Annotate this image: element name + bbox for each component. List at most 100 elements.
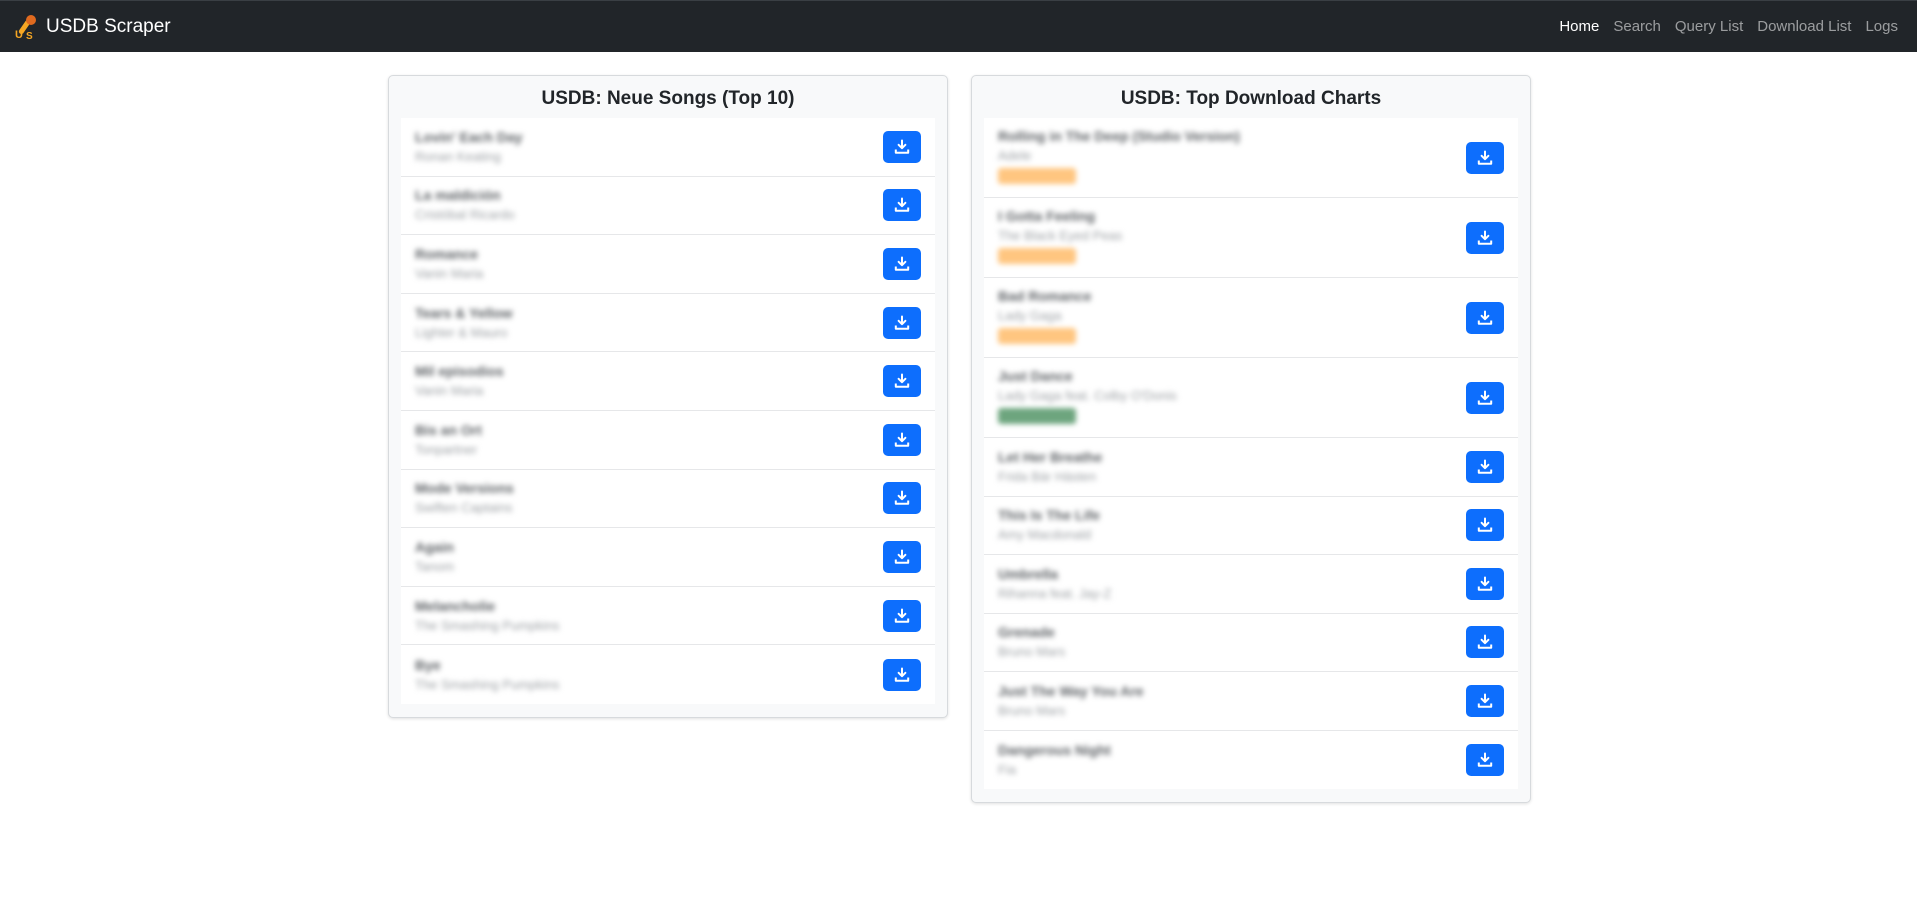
song-artist: Rihanna feat. Jay-Z — [998, 585, 1112, 601]
new-songs-card: USDB: Neue Songs (Top 10) Lovin' Each Da… — [388, 75, 948, 718]
song-title: La maldición — [415, 187, 501, 204]
download-button[interactable] — [1466, 626, 1504, 659]
song-artist: Amy Macdonald — [998, 527, 1092, 543]
list-item: This Is The Life Amy Macdonald — [984, 497, 1518, 555]
nav-link-download-list[interactable]: Download List — [1750, 18, 1858, 35]
download-button[interactable] — [883, 130, 921, 163]
download-button[interactable] — [1466, 221, 1504, 254]
song-title: Mode Versions — [415, 480, 514, 497]
song-artist: Frida Bär Hästen — [998, 468, 1097, 484]
song-info: Just The Way You Are Bruno Mars — [998, 681, 1466, 721]
list-item: Bad Romance Lady Gaga — [984, 278, 1518, 358]
song-badge — [998, 328, 1076, 344]
song-title: Let Her Breathe — [998, 448, 1103, 465]
download-icon — [894, 432, 910, 447]
song-info: Umbrella Rihanna feat. Jay-Z — [998, 564, 1466, 604]
download-icon — [1477, 459, 1493, 474]
new-songs-list: Lovin' Each Day Ronan Keating La maldición… — [401, 118, 935, 704]
nav-link-home[interactable]: Home — [1552, 18, 1606, 35]
download-button[interactable] — [883, 189, 921, 222]
song-info: Bye The Smashing Pumpkins — [415, 655, 883, 695]
download-button[interactable] — [883, 599, 921, 632]
song-info: Just Dance Lady Gaga feat. Colby O'Donis — [998, 366, 1466, 429]
song-artist: Swiften Captains — [415, 500, 513, 516]
download-button[interactable] — [883, 365, 921, 398]
download-button[interactable] — [1466, 567, 1504, 600]
download-icon — [894, 549, 910, 564]
song-title: Lovin' Each Day — [415, 128, 523, 145]
download-icon — [1477, 693, 1493, 708]
song-artist: Lady Gaga — [998, 308, 1062, 323]
song-title: This Is The Life — [998, 507, 1100, 524]
download-button[interactable] — [883, 423, 921, 456]
navbar: U S USDB Scraper Home Search Query List … — [0, 0, 1917, 52]
song-artist: The Black Eyed Peas — [998, 228, 1123, 243]
microphone-logo-icon: U S — [15, 14, 36, 41]
song-title: Grenade — [998, 624, 1055, 641]
song-artist: Fia — [998, 761, 1017, 777]
download-button[interactable] — [1466, 450, 1504, 483]
song-title: Dangerous Night — [998, 741, 1111, 758]
download-button[interactable] — [883, 247, 921, 280]
download-button[interactable] — [1466, 684, 1504, 717]
download-icon — [894, 139, 910, 154]
download-button[interactable] — [1466, 141, 1504, 174]
song-info: I Gotta Feeling The Black Eyed Peas — [998, 206, 1466, 269]
song-title: Bye — [415, 656, 441, 673]
new-songs-title: USDB: Neue Songs (Top 10) — [541, 88, 795, 109]
list-item: Mode Versions Swiften Captains — [401, 470, 935, 529]
song-title: Umbrella — [998, 565, 1058, 582]
download-button[interactable] — [883, 482, 921, 515]
nav-link-logs[interactable]: Logs — [1858, 18, 1905, 35]
download-icon — [894, 667, 910, 682]
list-item: Let Her Breathe Frida Bär Hästen — [984, 438, 1518, 497]
list-item: Bis an Ort Tonpartner — [401, 411, 935, 470]
song-badge — [998, 168, 1076, 184]
download-icon — [1477, 310, 1493, 325]
nav-link-search[interactable]: Search — [1606, 18, 1668, 35]
download-button[interactable] — [1466, 381, 1504, 414]
song-info: Melancholie The Smashing Pumpkins — [415, 596, 883, 636]
list-item: Melancholie The Smashing Pumpkins — [401, 587, 935, 646]
song-artist: Ronan Keating — [415, 148, 502, 164]
song-title: Just Dance — [998, 368, 1073, 384]
song-info: Tears & Yellow Lighter & Mauro — [415, 303, 883, 343]
top-charts-title: USDB: Top Download Charts — [1120, 88, 1382, 109]
download-button[interactable] — [1466, 301, 1504, 334]
download-icon — [1477, 390, 1493, 405]
song-info: Bis an Ort Tonpartner — [415, 420, 883, 460]
list-item: Just Dance Lady Gaga feat. Colby O'Donis — [984, 358, 1518, 438]
nav-link-query-list[interactable]: Query List — [1668, 18, 1750, 35]
song-artist: Tanom — [415, 558, 455, 574]
song-title: Just The Way You Are — [998, 682, 1144, 699]
download-button[interactable] — [1466, 743, 1504, 776]
song-title: Tears & Yellow — [415, 304, 513, 321]
list-item: Lovin' Each Day Ronan Keating — [401, 118, 935, 177]
song-info: Again Tanom — [415, 537, 883, 577]
song-badge — [998, 248, 1076, 264]
song-info: Let Her Breathe Frida Bär Hästen — [998, 447, 1466, 487]
list-item: Rolling in The Deep (Studio Version) Adel… — [984, 118, 1518, 198]
download-icon — [894, 197, 910, 213]
song-artist: Cristóbal Ricardo — [415, 207, 515, 223]
download-button[interactable] — [883, 658, 921, 691]
song-info: La maldición Cristóbal Ricardo — [415, 185, 883, 225]
list-item: Again Tanom — [401, 528, 935, 587]
song-artist: Lady Gaga feat. Colby O'Donis — [998, 388, 1177, 403]
download-button[interactable] — [883, 540, 921, 573]
song-title: Rolling in The Deep (Studio Version) — [998, 128, 1240, 144]
song-info: Bad Romance Lady Gaga — [998, 286, 1466, 349]
download-button[interactable] — [883, 306, 921, 339]
song-info: This Is The Life Amy Macdonald — [998, 505, 1466, 545]
song-artist: Tonpartner — [415, 441, 478, 457]
download-icon — [1477, 752, 1493, 767]
nav-links: Home Search Query List Download List Log… — [1552, 18, 1905, 35]
list-item: Bye The Smashing Pumpkins — [401, 645, 935, 704]
song-info: Romance Vanin Maria — [415, 244, 883, 284]
song-artist: Vanin Maria — [415, 265, 484, 281]
svg-text:S: S — [26, 31, 33, 41]
download-button[interactable] — [1466, 509, 1504, 542]
brand-link[interactable]: U S USDB Scraper — [12, 13, 171, 41]
song-title: Melancholie — [415, 597, 496, 614]
song-artist: Bruno Mars — [998, 702, 1066, 718]
